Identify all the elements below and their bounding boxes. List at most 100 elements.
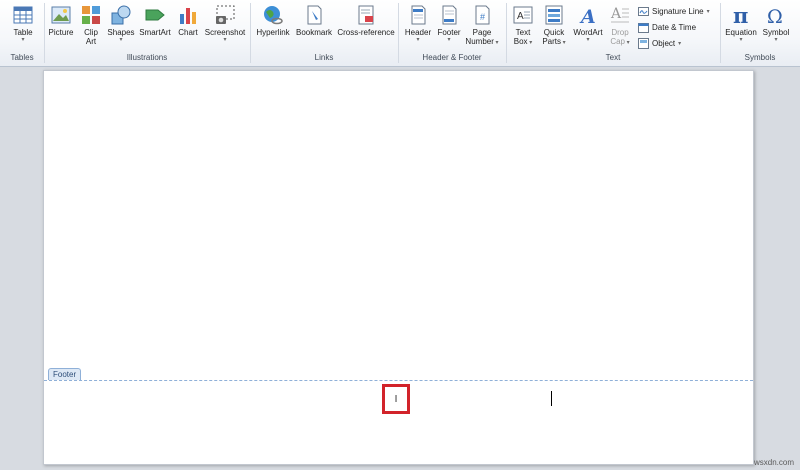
wordart-icon: A: [577, 4, 599, 28]
symbol-label: Symbol: [762, 28, 790, 37]
chart-label: Chart: [178, 28, 198, 37]
screenshot-icon: [214, 4, 236, 26]
quick-parts-label-line2: Parts: [542, 37, 561, 46]
header-label: Header: [404, 28, 432, 37]
clip-art-label-line1: Clip: [84, 28, 98, 37]
chart-button[interactable]: Chart: [175, 4, 201, 37]
screenshot-button[interactable]: Screenshot ▾: [203, 4, 247, 44]
bookmark-icon: [303, 4, 325, 26]
svg-text:A: A: [579, 6, 596, 26]
header-icon: [407, 4, 429, 26]
pi-icon: π: [730, 3, 752, 28]
footer-tab-label: Footer: [48, 368, 82, 380]
page-number-highlight[interactable]: I: [382, 384, 410, 414]
picture-button[interactable]: Picture: [46, 4, 76, 37]
footer-button[interactable]: Footer ▾: [434, 4, 464, 44]
signature-line-button[interactable]: Signature Line ▾: [638, 4, 710, 18]
group-label-symbols: Symbols: [744, 53, 776, 62]
text-box-label-line2: Box: [513, 37, 528, 46]
chevron-down-icon: ▾: [21, 37, 25, 43]
chevron-down-icon: ▾: [625, 40, 630, 46]
chevron-down-icon: ▾: [774, 37, 778, 43]
calendar-icon: [638, 22, 649, 33]
watermark: wsxdn.com: [753, 458, 794, 467]
header-button[interactable]: Header ▾: [402, 4, 434, 44]
chevron-down-icon: ▾: [527, 40, 533, 46]
page-number-label-line1: Page: [472, 28, 492, 37]
chevron-down-icon: ▾: [416, 37, 420, 43]
text-cursor: [551, 391, 552, 406]
svg-text:π: π: [733, 4, 748, 26]
screenshot-label: Screenshot: [204, 28, 246, 37]
svg-text:#: #: [480, 12, 485, 22]
table-icon: [12, 4, 34, 26]
chevron-down-icon: ▾: [447, 37, 451, 43]
group-label-links: Links: [314, 53, 334, 62]
footer-boundary-line: [44, 380, 753, 381]
page-number-label-line2: Number: [465, 37, 494, 46]
quick-parts-button[interactable]: Quick Parts ▾: [539, 4, 569, 47]
object-icon: [638, 37, 649, 49]
text-box-icon: A: [512, 4, 534, 26]
globe-link-icon: [262, 4, 284, 26]
omega-icon: Ω: [765, 4, 787, 28]
page-number-icon: #: [471, 4, 493, 26]
chart-icon: [177, 4, 199, 26]
object-button[interactable]: Object ▾: [638, 36, 681, 50]
chevron-down-icon: ▾: [223, 37, 227, 43]
quick-parts-label-line1: Quick: [543, 28, 565, 37]
insert-ribbon: Table ▾ Tables Picture Clip Art Shapes ▾…: [0, 0, 800, 67]
quick-parts-icon: [543, 4, 565, 26]
page-number-field[interactable]: I: [395, 394, 398, 405]
shapes-button[interactable]: Shapes ▾: [106, 4, 136, 44]
drop-cap-label-line2: Cap: [610, 37, 625, 46]
date-time-button[interactable]: Date & Time: [638, 20, 696, 34]
text-box-label-line1: Text: [515, 28, 531, 37]
chevron-down-icon: ▾: [560, 40, 566, 46]
wordart-button[interactable]: A WordArt ▾: [570, 4, 606, 44]
smartart-label: SmartArt: [139, 28, 171, 37]
picture-icon: [50, 4, 72, 26]
cross-reference-button[interactable]: Cross-reference: [336, 4, 396, 37]
clip-art-button[interactable]: Clip Art: [78, 4, 104, 46]
table-button[interactable]: Table ▾: [6, 4, 40, 44]
chevron-down-icon: ▾: [493, 40, 499, 46]
chevron-down-icon: ▾: [706, 8, 710, 15]
picture-label: Picture: [48, 28, 74, 37]
wordart-label: WordArt: [573, 28, 603, 37]
chevron-down-icon: ▾: [586, 37, 590, 43]
group-label-illustrations: Illustrations: [126, 53, 168, 62]
svg-text:A: A: [610, 6, 622, 22]
drop-cap-icon: A: [609, 4, 631, 26]
shapes-icon: [110, 4, 132, 26]
smartart-button[interactable]: SmartArt: [137, 4, 173, 37]
signature-icon: [638, 6, 649, 17]
group-label-tables: Tables: [10, 53, 34, 62]
symbol-button[interactable]: Ω Symbol ▾: [760, 4, 792, 44]
signature-line-label: Signature Line: [652, 6, 704, 16]
chevron-down-icon: ▾: [678, 40, 682, 47]
footer-label: Footer: [437, 28, 461, 37]
bookmark-button[interactable]: Bookmark: [294, 4, 334, 37]
cross-reference-label: Cross-reference: [337, 28, 395, 37]
svg-text:A: A: [517, 11, 524, 22]
clip-art-icon: [80, 4, 102, 26]
hyperlink-label: Hyperlink: [256, 28, 290, 37]
date-time-label: Date & Time: [652, 22, 697, 32]
chevron-down-icon: ▾: [119, 37, 123, 43]
equation-button[interactable]: π Equation ▾: [722, 3, 760, 44]
group-label-header-footer: Header & Footer: [422, 53, 482, 62]
group-label-text: Text: [605, 53, 621, 62]
text-box-button[interactable]: A Text Box ▾: [509, 4, 537, 47]
cross-reference-icon: [355, 4, 377, 26]
shapes-label: Shapes: [107, 28, 135, 37]
page-number-button[interactable]: # Page Number ▾: [464, 4, 500, 47]
clip-art-label-line2: Art: [85, 37, 97, 46]
hyperlink-button[interactable]: Hyperlink: [254, 4, 292, 37]
document-page[interactable]: Footer I: [43, 70, 754, 465]
footer-icon: [438, 4, 460, 26]
table-label: Table: [13, 28, 33, 37]
chevron-down-icon: ▾: [739, 37, 743, 43]
drop-cap-button[interactable]: A Drop Cap ▾: [606, 4, 634, 47]
svg-text:Ω: Ω: [767, 6, 783, 26]
